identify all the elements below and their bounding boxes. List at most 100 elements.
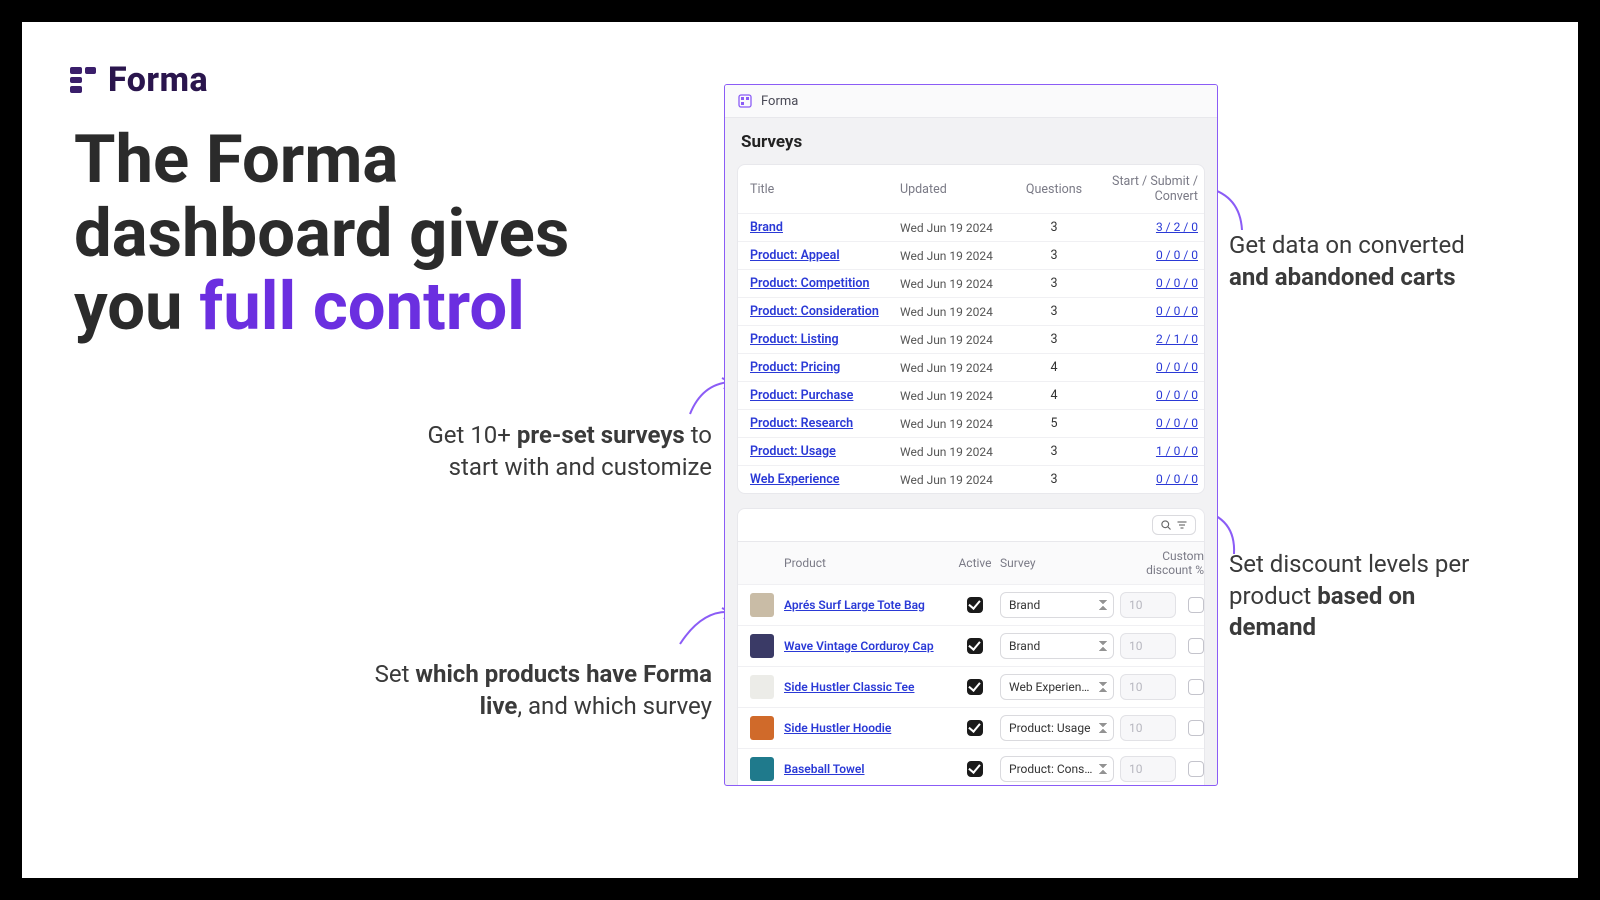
survey-title-link[interactable]: Product: Listing <box>750 332 900 347</box>
survey-updated: Wed Jun 19 2024 <box>900 473 1020 487</box>
survey-title-link[interactable]: Web Experience <box>750 472 900 487</box>
col-product: Product <box>750 556 950 570</box>
panel-header: Forma <box>725 85 1217 118</box>
survey-questions: 3 <box>1020 444 1088 459</box>
search-icon <box>1160 519 1172 531</box>
survey-row: Product: PricingWed Jun 19 202440 / 0 / … <box>738 353 1204 381</box>
survey-ssc-link[interactable]: 0 / 0 / 0 <box>1156 416 1198 430</box>
callout-products: Set which products have Forma live, and … <box>372 659 712 722</box>
product-row: Wave Vintage Corduroy Cap Brand10 <box>738 625 1204 666</box>
survey-ssc-link[interactable]: 0 / 0 / 0 <box>1156 304 1198 318</box>
col-title: Title <box>750 182 900 197</box>
survey-title-link[interactable]: Product: Purchase <box>750 388 900 403</box>
survey-ssc-link[interactable]: 3 / 2 / 0 <box>1156 220 1198 234</box>
products-table: Product Active Survey Custom discount % … <box>737 542 1205 786</box>
discount-input[interactable]: 10 <box>1120 756 1176 782</box>
slide-canvas: Forma The Forma dashboard gives you full… <box>22 22 1578 878</box>
survey-row: Product: UsageWed Jun 19 202431 / 0 / 0 <box>738 437 1204 465</box>
product-name-link[interactable]: Side Hustler Classic Tee <box>784 680 950 694</box>
col-discount: Custom discount % <box>1120 549 1204 577</box>
dashboard-panel: Forma Surveys Title Updated Questions St… <box>724 84 1218 786</box>
discount-checkbox[interactable] <box>1188 638 1204 654</box>
survey-title-link[interactable]: Product: Pricing <box>750 360 900 375</box>
survey-row: Product: PurchaseWed Jun 19 202440 / 0 /… <box>738 381 1204 409</box>
product-thumb <box>750 675 774 699</box>
active-checkbox[interactable] <box>967 638 983 654</box>
survey-updated: Wed Jun 19 2024 <box>900 221 1020 235</box>
survey-ssc-link[interactable]: 0 / 0 / 0 <box>1156 472 1198 486</box>
discount-checkbox[interactable] <box>1188 720 1204 736</box>
survey-ssc-link[interactable]: 1 / 0 / 0 <box>1156 444 1198 458</box>
headline: The Forma dashboard gives you full contr… <box>74 124 569 345</box>
survey-title-link[interactable]: Product: Competition <box>750 276 900 291</box>
survey-title-link[interactable]: Product: Usage <box>750 444 900 459</box>
discount-checkbox[interactable] <box>1188 597 1204 613</box>
survey-select[interactable]: Product: Consid... <box>1000 756 1114 782</box>
headline-line1: The Forma <box>74 124 569 198</box>
survey-select[interactable]: Product: Usage <box>1000 715 1114 741</box>
forma-icon <box>70 67 96 93</box>
active-checkbox[interactable] <box>967 679 983 695</box>
discount-checkbox[interactable] <box>1188 761 1204 777</box>
active-checkbox[interactable] <box>967 597 983 613</box>
product-row: Aprés Surf Large Tote Bag Brand10 <box>738 584 1204 625</box>
survey-ssc-link[interactable]: 0 / 0 / 0 <box>1156 248 1198 262</box>
headline-line2: dashboard gives <box>74 198 569 272</box>
product-row: Side Hustler Classic Tee Web Experience10 <box>738 666 1204 707</box>
product-name-link[interactable]: Wave Vintage Corduroy Cap <box>784 639 950 653</box>
discount-input[interactable]: 10 <box>1120 592 1176 618</box>
product-row: Side Hustler Hoodie Product: Usage10 <box>738 707 1204 748</box>
col-updated: Updated <box>900 182 1020 197</box>
survey-ssc-link[interactable]: 0 / 0 / 0 <box>1156 360 1198 374</box>
survey-questions: 5 <box>1020 416 1088 431</box>
product-name-link[interactable]: Baseball Towel <box>784 762 950 776</box>
survey-questions: 3 <box>1020 472 1088 487</box>
survey-questions: 3 <box>1020 304 1088 319</box>
survey-row: Product: CompetitionWed Jun 19 20243 0 / … <box>738 269 1204 297</box>
app-icon <box>737 93 753 109</box>
active-checkbox[interactable] <box>967 720 983 736</box>
section-title: Surveys <box>725 118 1217 164</box>
product-thumb <box>750 634 774 658</box>
col-questions: Questions <box>1020 182 1088 197</box>
survey-updated: Wed Jun 19 2024 <box>900 305 1020 319</box>
survey-questions: 3 <box>1020 248 1088 263</box>
headline-line3: you full control <box>74 271 569 345</box>
discount-input[interactable]: 10 <box>1120 633 1176 659</box>
survey-title-link[interactable]: Product: Appeal <box>750 248 900 263</box>
survey-row: Product: ListingWed Jun 19 20243 2 / 1 / … <box>738 325 1204 353</box>
survey-questions: 4 <box>1020 388 1088 403</box>
surveys-table: Title Updated Questions Start / Submit /… <box>737 164 1205 494</box>
discount-input[interactable]: 10 <box>1120 715 1176 741</box>
products-table-head: Product Active Survey Custom discount % <box>738 542 1204 584</box>
survey-ssc-link[interactable]: 2 / 1 / 0 <box>1156 332 1198 346</box>
product-row: Baseball Towel Product: Consid...10 <box>738 748 1204 786</box>
surveys-table-head: Title Updated Questions Start / Submit /… <box>738 165 1204 213</box>
survey-questions: 3 <box>1020 276 1088 291</box>
survey-title-link[interactable]: Product: Consideration <box>750 304 900 319</box>
survey-questions: 3 <box>1020 220 1088 235</box>
survey-ssc-link[interactable]: 0 / 0 / 0 <box>1156 388 1198 402</box>
survey-updated: Wed Jun 19 2024 <box>900 277 1020 291</box>
survey-title-link[interactable]: Product: Research <box>750 416 900 431</box>
discount-input[interactable]: 10 <box>1120 674 1176 700</box>
col-active: Active <box>956 556 994 570</box>
product-name-link[interactable]: Side Hustler Hoodie <box>784 721 950 735</box>
survey-updated: Wed Jun 19 2024 <box>900 333 1020 347</box>
app-name: Forma <box>761 94 798 109</box>
search-filter-button[interactable] <box>1152 515 1196 535</box>
survey-select[interactable]: Brand <box>1000 592 1114 618</box>
survey-row: BrandWed Jun 19 20243 3 / 2 / 0 <box>738 213 1204 241</box>
survey-row: Web ExperienceWed Jun 19 20243 0 / 0 / 0 <box>738 465 1204 493</box>
survey-ssc-link[interactable]: 0 / 0 / 0 <box>1156 276 1198 290</box>
survey-questions: 3 <box>1020 332 1088 347</box>
survey-title-link[interactable]: Brand <box>750 220 900 235</box>
active-checkbox[interactable] <box>967 761 983 777</box>
discount-checkbox[interactable] <box>1188 679 1204 695</box>
filter-icon <box>1176 519 1188 531</box>
product-name-link[interactable]: Aprés Surf Large Tote Bag <box>784 598 950 612</box>
survey-select[interactable]: Brand <box>1000 633 1114 659</box>
survey-select[interactable]: Web Experience <box>1000 674 1114 700</box>
brand-logo: Forma <box>70 60 208 100</box>
product-thumb <box>750 593 774 617</box>
